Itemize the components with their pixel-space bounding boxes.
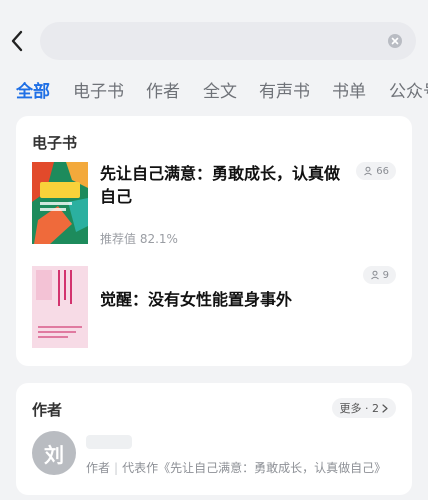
tab-audiobooks[interactable]: 有声书 [259, 78, 310, 106]
author-representative-work: 代表作《先让自己满意：勇敢成长，认真做自己》 [122, 461, 387, 475]
book-cover [32, 162, 88, 244]
divider: | [114, 461, 119, 475]
reader-count: 9 [382, 269, 389, 281]
back-button[interactable] [6, 26, 28, 56]
tab-authors[interactable]: 作者 [146, 78, 180, 106]
tab-ebooks[interactable]: 电子书 [73, 78, 124, 106]
user-icon [370, 270, 379, 280]
tab-official-accounts[interactable]: 公众号 [389, 78, 428, 106]
chevron-left-icon [11, 30, 23, 52]
top-bar [0, 0, 428, 70]
reader-count-badge: 66 [356, 162, 396, 180]
book-cover-art [32, 162, 88, 244]
close-icon [391, 37, 399, 45]
book-title: 觉醒：没有女性能置身事外 [100, 290, 293, 309]
ebooks-section-title: 电子书 [32, 134, 78, 152]
book-title: 先让自己满意：勇敢成长，认真做自己 [100, 164, 341, 206]
ebook-item[interactable]: 觉醒：没有女性能置身事外 9 [32, 266, 396, 348]
authors-section-title: 作者 [32, 401, 63, 419]
more-authors-label: 更多 · 2 [339, 402, 380, 415]
chevron-right-icon [382, 403, 388, 413]
tab-all[interactable]: 全部 [16, 78, 50, 106]
book-recommendation: 推荐值 82.1% [100, 232, 178, 246]
ebook-item[interactable]: 先让自己满意：勇敢成长，认真做自己 推荐值 82.1% 66 [32, 162, 396, 246]
tab-booklists[interactable]: 书单 [332, 78, 366, 106]
tab-fulltext[interactable]: 全文 [203, 78, 237, 106]
avatar: 刘 [32, 431, 76, 475]
search-input[interactable] [56, 22, 376, 60]
ebooks-section: 电子书 先让自己满意：勇敢成长，认真做自己 推荐值 82.1% 66 觉醒：没有… [16, 116, 412, 366]
author-name-placeholder [86, 435, 132, 449]
author-description: 作者 | 代表作《先让自己满意：勇敢成长，认真做自己》 [86, 459, 386, 476]
user-icon [364, 166, 373, 176]
author-role: 作者 [86, 461, 111, 475]
author-item[interactable]: 刘 作者 | 代表作《先让自己满意：勇敢成长，认真做自己》 [32, 431, 396, 479]
search-box[interactable] [40, 22, 416, 60]
authors-section: 作者 更多 · 2 刘 作者 | 代表作《先让自己满意：勇敢成长，认真做自己》 [16, 383, 412, 495]
reader-count: 66 [376, 165, 389, 177]
more-authors-button[interactable]: 更多 · 2 [331, 398, 396, 418]
book-cover [32, 266, 88, 348]
category-tabs: 全部 电子书 作者 全文 有声书 书单 公众号 [0, 78, 428, 106]
clear-search-button[interactable] [388, 34, 402, 48]
book-cover-art [32, 266, 88, 348]
reader-count-badge: 9 [362, 266, 396, 284]
